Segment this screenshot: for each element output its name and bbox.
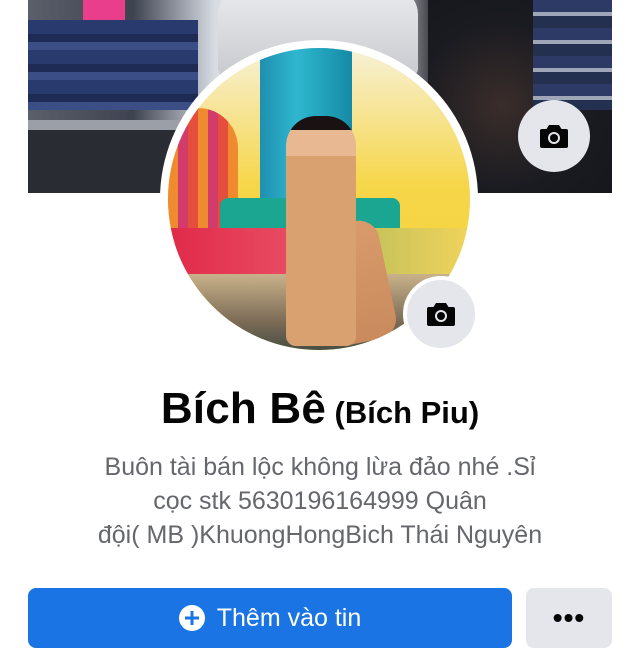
plus-circle-icon	[178, 605, 205, 631]
bio-line: cọc stk 5630196164999 Quân	[153, 487, 487, 515]
photo-decoration	[286, 116, 356, 346]
bio-line: Buôn tài bán lộc không lừa đảo nhé .Sỉ	[104, 453, 536, 481]
profile-bio: Buôn tài bán lộc không lừa đảo nhé .Sỉ c…	[60, 450, 580, 552]
cover-decoration	[533, 0, 612, 110]
bio-line: đội( MB )KhuongHongBich Thái Nguyên	[97, 521, 543, 549]
add-to-story-label: Thêm vào tin	[216, 603, 362, 632]
edit-cover-photo-button[interactable]	[518, 100, 590, 172]
edit-profile-picture-button[interactable]	[403, 276, 479, 352]
cover-decoration	[83, 0, 125, 20]
camera-icon	[540, 125, 568, 148]
profile-alternate-name: (Bích Piu)	[334, 395, 480, 430]
more-options-button[interactable]: •••	[526, 588, 612, 648]
add-to-story-button[interactable]: Thêm vào tin	[28, 588, 512, 648]
profile-name-row: Bích Bê (Bích Piu)	[0, 384, 640, 434]
profile-name: Bích Bê	[160, 384, 327, 433]
cover-decoration	[28, 20, 198, 110]
more-dots-icon: •••	[552, 602, 586, 633]
camera-icon	[427, 303, 455, 326]
